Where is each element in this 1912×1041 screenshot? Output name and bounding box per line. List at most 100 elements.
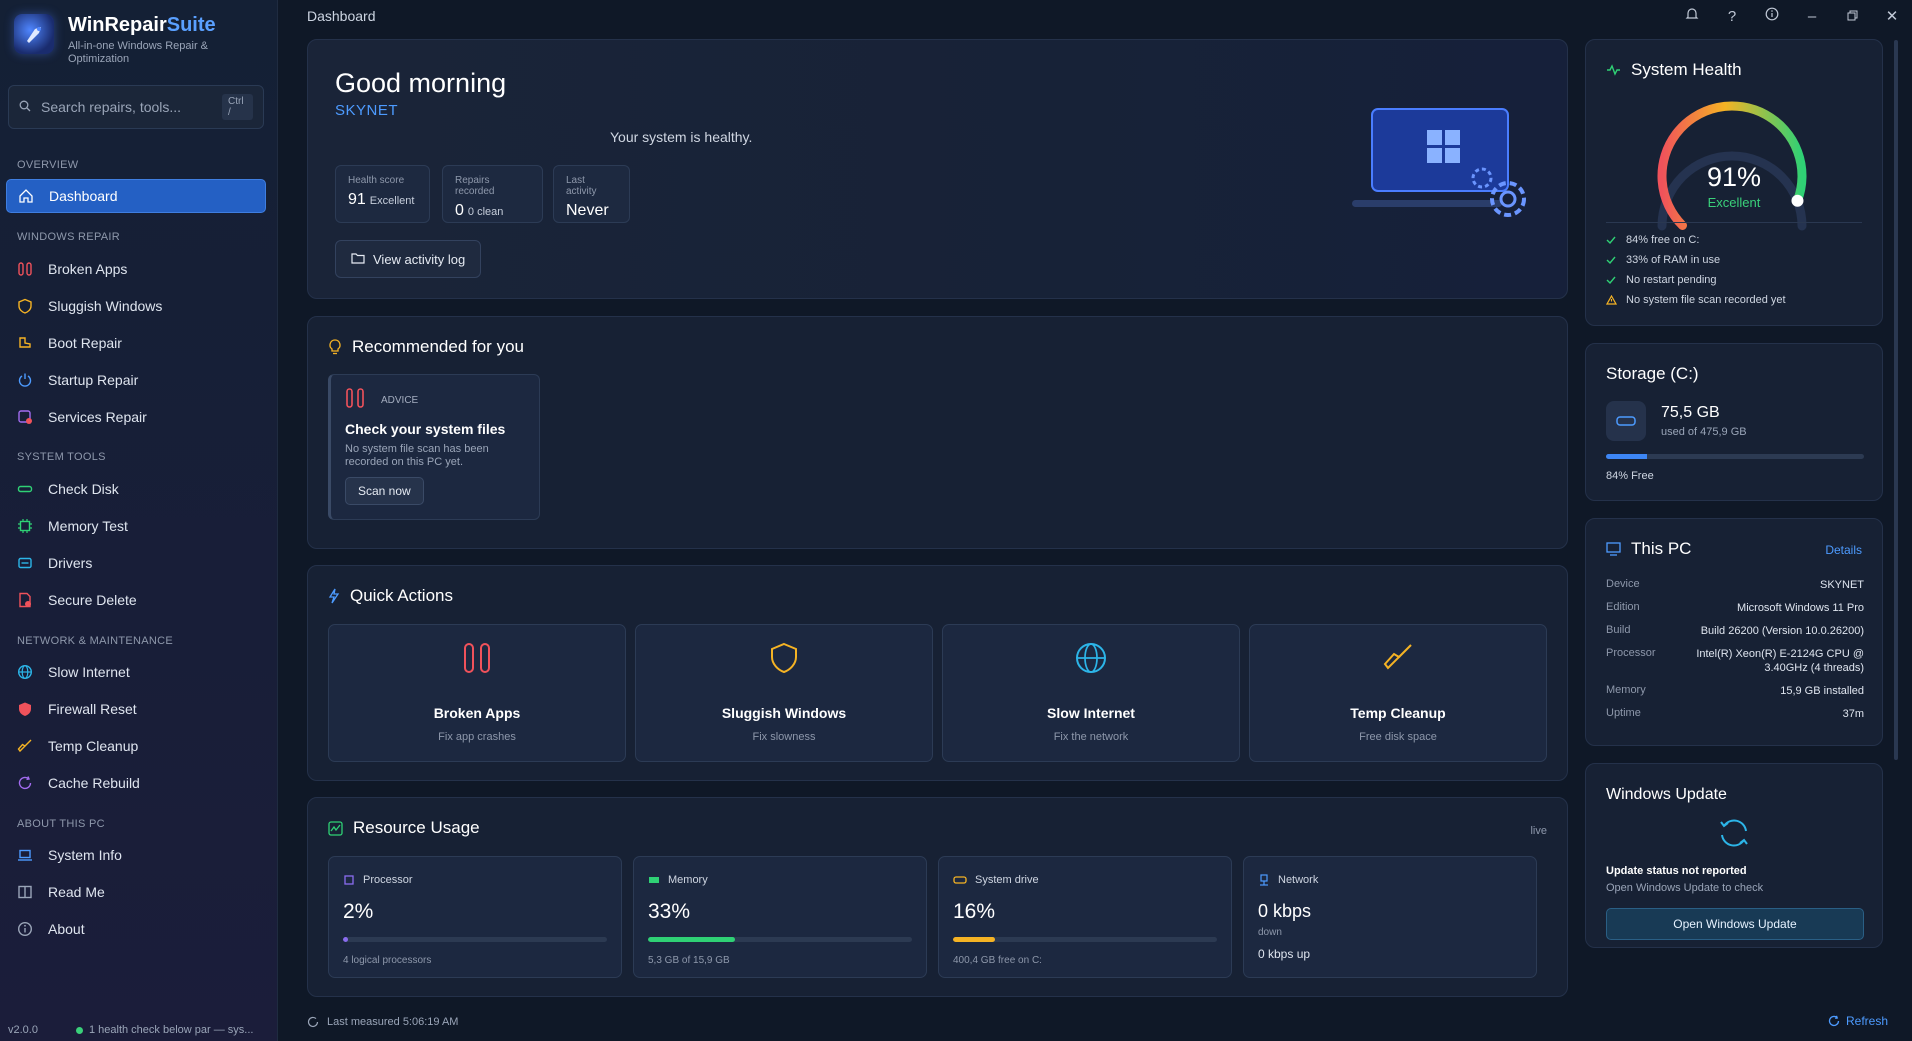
sidebar-item-secure-delete[interactable]: Secure Delete	[6, 583, 266, 617]
sidebar-item-broken-apps[interactable]: Broken Apps	[6, 252, 266, 286]
sidebar-item-firewall-reset[interactable]: Firewall Reset	[6, 692, 266, 726]
refresh-button[interactable]: Refresh	[1828, 1014, 1888, 1028]
broom-icon	[1250, 641, 1546, 675]
warning-icon	[1606, 295, 1622, 305]
check-icon	[1606, 235, 1622, 245]
wrench-screwdriver-icon	[345, 387, 365, 412]
chip-icon	[16, 517, 34, 535]
resource-system-drive: System drive 16% 400,4 GB free on C:	[938, 856, 1232, 978]
laptop-icon	[16, 846, 34, 864]
globe-icon	[943, 641, 1239, 675]
update-status-hint: Open Windows Update to check	[1606, 882, 1764, 894]
restore-icon[interactable]	[1832, 8, 1872, 25]
quick-action-temp-cleanup[interactable]: Temp Cleanup Free disk space	[1249, 624, 1547, 762]
scrollbar[interactable]	[1894, 40, 1898, 760]
pc-info-row: Processor Intel(R) Xeon(R) E-2124G CPU @ …	[1606, 647, 1864, 674]
nav-section-overview: OVERVIEW	[17, 159, 79, 171]
view-activity-log-button[interactable]: View activity log	[335, 240, 482, 278]
sidebar-item-memory-test[interactable]: Memory Test	[6, 509, 266, 543]
notification-bell-icon[interactable]	[1672, 7, 1712, 25]
sidebar-item-label: Cache Rebuild	[48, 775, 140, 791]
sidebar-item-slow-internet[interactable]: Slow Internet	[6, 655, 266, 689]
sidebar-item-about[interactable]: About	[6, 912, 266, 946]
pc-info-row: Memory 15,9 GB installed	[1606, 684, 1864, 697]
drive-bar	[953, 937, 1217, 942]
sidebar: WinRepairSuite All-in-one Windows Repair…	[0, 0, 278, 1041]
quick-actions-card: Quick Actions Broken Apps Fix app crashe…	[307, 565, 1568, 781]
sidebar-item-boot-repair[interactable]: Boot Repair	[6, 326, 266, 360]
advice-tag: ADVICE	[381, 395, 419, 406]
recommended-title: Recommended for you	[328, 337, 524, 357]
stat-last-activity: Last activity Never	[553, 165, 630, 223]
resource-usage-title: Resource Usage	[328, 818, 480, 838]
help-icon[interactable]: ?	[1712, 8, 1752, 25]
refresh-icon	[16, 774, 34, 792]
sidebar-item-read-me[interactable]: Read Me	[6, 875, 266, 909]
sidebar-item-startup-repair[interactable]: Startup Repair	[6, 363, 266, 397]
nav-section-about-this-pc: ABOUT THIS PC	[17, 818, 105, 830]
greeting: Good morning	[335, 68, 507, 98]
check-icon	[1606, 255, 1622, 265]
drive-value: 16%	[953, 900, 996, 923]
minimize-icon[interactable]: –	[1792, 8, 1832, 25]
health-check-item: 33% of RAM in use	[1606, 254, 1720, 266]
lightning-icon	[328, 588, 340, 604]
wrench-screwdriver-icon	[329, 641, 625, 675]
clock-refresh-icon	[307, 1016, 319, 1028]
windows-update-title: Windows Update	[1606, 786, 1727, 803]
scan-now-button[interactable]: Scan now	[345, 477, 424, 505]
quick-action-sluggish-windows[interactable]: Sluggish Windows Fix slowness	[635, 624, 933, 762]
recommended-card: Recommended for you ADVICE Check your sy…	[307, 316, 1568, 549]
sidebar-item-dashboard[interactable]: Dashboard	[6, 179, 266, 213]
search-shortcut: Ctrl /	[222, 94, 253, 120]
sidebar-item-label: Sluggish Windows	[48, 298, 163, 314]
close-icon[interactable]: ✕	[1872, 7, 1912, 25]
folder-icon	[351, 252, 365, 267]
search-box[interactable]: Ctrl /	[8, 85, 264, 129]
health-check-item: No system file scan recorded yet	[1606, 294, 1786, 306]
details-link[interactable]: Details	[1825, 543, 1862, 557]
storage-used: 75,5 GB	[1661, 404, 1720, 421]
sync-icon	[1586, 816, 1882, 850]
system-health-card: System Health 91% Excellent 84% free on …	[1585, 39, 1883, 326]
info-icon[interactable]	[1752, 7, 1792, 25]
sidebar-item-label: Broken Apps	[48, 261, 128, 277]
sidebar-item-check-disk[interactable]: Check Disk	[6, 472, 266, 506]
storage-free: 84% Free	[1606, 470, 1654, 482]
health-status-text[interactable]: 1 health check below par — sys...	[89, 1024, 253, 1036]
shield-icon	[16, 297, 34, 315]
wrench-screwdriver-icon	[16, 260, 34, 278]
lightbulb-icon	[328, 339, 342, 355]
sidebar-item-system-info[interactable]: System Info	[6, 838, 266, 872]
resource-usage-card: Resource Usage live Processor 2% 4 logic…	[307, 797, 1568, 997]
app-subtitle: All-in-one Windows Repair & Optimization	[68, 40, 208, 65]
driver-icon	[16, 554, 34, 572]
sidebar-item-cache-rebuild[interactable]: Cache Rebuild	[6, 766, 266, 800]
storage-card: Storage (C:) 75,5 GB used of 475,9 GB 84…	[1585, 343, 1883, 501]
windows-update-card: Windows Update Update status not reporte…	[1585, 763, 1883, 948]
stat-health-score: Health score 91 Excellent	[335, 165, 430, 223]
sidebar-item-label: Temp Cleanup	[48, 738, 139, 754]
sidebar-item-label: About	[48, 921, 85, 937]
activity-chart-icon	[328, 820, 343, 836]
quick-action-slow-internet[interactable]: Slow Internet Fix the network	[942, 624, 1240, 762]
search-input[interactable]	[41, 99, 222, 115]
open-windows-update-button[interactable]: Open Windows Update	[1606, 908, 1864, 940]
sidebar-item-drivers[interactable]: Drivers	[6, 546, 266, 580]
firewall-icon	[16, 700, 34, 718]
network-up-value: 0 kbps up	[1258, 947, 1311, 961]
nav-section-system-tools: SYSTEM TOOLS	[17, 451, 106, 463]
advice-description: No system file scan has been recorded on…	[345, 443, 489, 468]
sidebar-item-services-repair[interactable]: Services Repair	[6, 400, 266, 434]
brand: WinRepairSuite All-in-one Windows Repair…	[14, 14, 218, 66]
resource-network: Network 0 kbps down 0 kbps up	[1243, 856, 1537, 978]
machine-name: SKYNET	[335, 102, 399, 119]
health-check-item: 84% free on C:	[1606, 234, 1699, 246]
delete-file-icon	[16, 591, 34, 609]
sidebar-item-label: System Info	[48, 847, 122, 863]
sidebar-item-sluggish-windows[interactable]: Sluggish Windows	[6, 289, 266, 323]
sidebar-item-label: Boot Repair	[48, 335, 122, 351]
broom-icon	[16, 737, 34, 755]
sidebar-item-temp-cleanup[interactable]: Temp Cleanup	[6, 729, 266, 763]
quick-action-broken-apps[interactable]: Broken Apps Fix app crashes	[328, 624, 626, 762]
